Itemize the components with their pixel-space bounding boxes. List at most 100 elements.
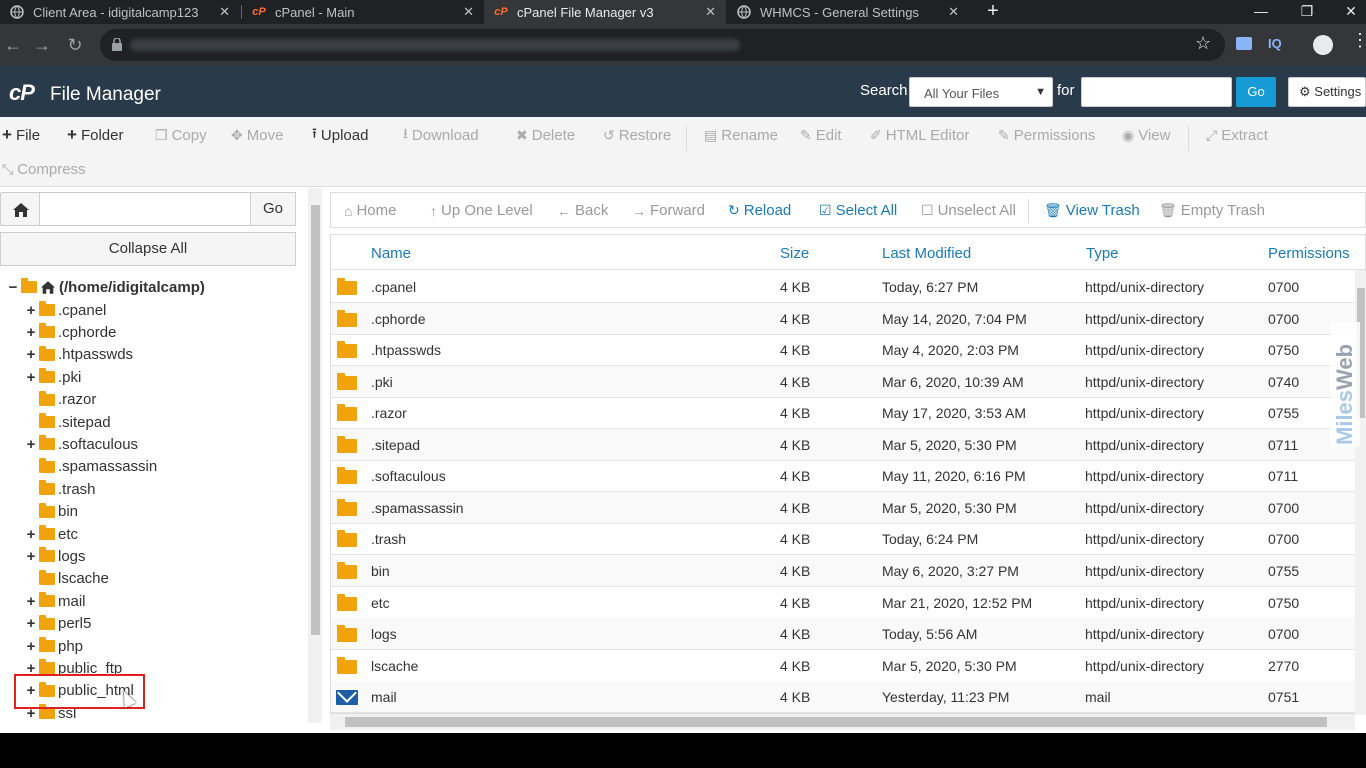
search-go-button[interactable]: Go <box>1236 77 1276 107</box>
expand-icon[interactable]: + <box>25 548 37 565</box>
column-header-permissions[interactable]: Permissions <box>1268 245 1350 262</box>
tree-root[interactable]: − (/home/idigitalcamp) <box>7 277 205 297</box>
expand-icon[interactable]: + <box>25 593 37 610</box>
expand-icon[interactable]: + <box>25 436 37 453</box>
table-row[interactable]: .sitepad 4 KB Mar 5, 2020, 5:30 PM httpd/un… <box>331 428 1365 461</box>
reload-icon[interactable]: ↻ <box>64 34 86 56</box>
search-scope-select[interactable]: All Your Files ▼ <box>909 77 1053 107</box>
expand-icon[interactable]: + <box>25 638 37 655</box>
tree-item[interactable]: .razor <box>25 390 96 410</box>
permissions-button[interactable]: ✎ Permissions <box>998 125 1095 145</box>
browser-tab-file-manager[interactable]: cP cPanel File Manager v3 ✕ <box>484 0 726 24</box>
expand-icon[interactable]: + <box>25 526 37 543</box>
upload-button[interactable]: ⭱ Upload <box>312 125 368 145</box>
window-close-button[interactable]: ✕ <box>1336 0 1366 24</box>
tree-item[interactable]: + .cphorde <box>25 322 116 342</box>
iq-extension-icon[interactable]: IQ <box>1268 36 1282 51</box>
nav-home-button[interactable]: ⌂ Home <box>344 202 396 219</box>
rename-button[interactable]: ▤ Rename <box>704 125 778 145</box>
edit-button[interactable]: ✎ Edit <box>800 125 842 145</box>
extension-icon[interactable] <box>1236 37 1252 50</box>
browser-tab-cpanel-main[interactable]: cP cPanel - Main ✕ <box>242 0 484 24</box>
table-row[interactable]: mail 4 KB Yesterday, 11:23 PM mail 0751 <box>331 681 1365 713</box>
restore-button[interactable]: ❐ <box>1292 0 1322 24</box>
back-button[interactable]: ← Back <box>557 202 608 219</box>
tree-item[interactable]: .trash <box>25 479 96 499</box>
new-folder-button[interactable]: + Folder <box>67 125 123 145</box>
view-button[interactable]: ◉ View <box>1122 125 1170 145</box>
tree-item[interactable]: + .softaculous <box>25 434 138 454</box>
table-row[interactable]: .cpanel 4 KB Today, 6:27 PM httpd/unix-dire… <box>331 271 1365 303</box>
table-row[interactable]: .razor 4 KB May 17, 2020, 3:53 AM httpd/uni… <box>331 397 1365 430</box>
tree-item[interactable]: + .cpanel <box>25 300 106 320</box>
tree-item[interactable]: + etc <box>25 524 78 544</box>
close-icon[interactable]: ✕ <box>705 4 716 20</box>
download-button[interactable]: ⭳ Download <box>403 125 479 145</box>
forward-icon[interactable]: → <box>31 34 53 56</box>
expand-icon[interactable]: + <box>25 324 37 341</box>
column-header-size[interactable]: Size <box>780 245 809 262</box>
tree-item[interactable]: + .pki <box>25 367 81 387</box>
column-header-name[interactable]: Name <box>371 245 411 262</box>
new-tab-button[interactable]: + <box>983 0 1003 24</box>
browser-menu-icon[interactable]: ⋮ <box>1351 31 1366 49</box>
close-icon[interactable]: ✕ <box>219 4 230 20</box>
expand-icon[interactable]: + <box>25 615 37 632</box>
bookmark-star-icon[interactable]: ☆ <box>1195 33 1211 54</box>
table-row[interactable]: .spamassassin 4 KB Mar 5, 2020, 5:30 PM htt… <box>331 491 1365 524</box>
back-icon[interactable]: ← <box>2 34 24 56</box>
unselect-all-button[interactable]: ☐ Unselect All <box>921 202 1016 219</box>
tree-item[interactable]: + php <box>25 636 83 656</box>
table-row[interactable]: etc 4 KB Mar 21, 2020, 12:52 PM httpd/unix-… <box>331 587 1365 619</box>
tree-item[interactable]: .sitepad <box>25 412 111 432</box>
delete-button[interactable]: ✖ Delete <box>516 125 575 145</box>
table-row[interactable]: .htpasswds 4 KB May 4, 2020, 2:03 PM httpd/… <box>331 334 1365 367</box>
path-go-button[interactable]: Go <box>250 192 296 226</box>
html-editor-button[interactable]: ✐ HTML Editor <box>870 125 969 145</box>
table-horizontal-scroll-thumb[interactable] <box>345 717 1327 727</box>
table-row[interactable]: .pki 4 KB Mar 6, 2020, 10:39 AM httpd/unix-… <box>331 365 1365 398</box>
close-icon[interactable]: ✕ <box>948 4 959 20</box>
table-row[interactable]: .trash 4 KB Today, 6:24 PM httpd/unix-direc… <box>331 523 1365 556</box>
browser-tab-whmcs[interactable]: WHMCS - General Settings ✕ <box>727 0 969 24</box>
reload-button[interactable]: ↻ Reload <box>728 202 791 219</box>
search-input[interactable] <box>1081 77 1232 107</box>
path-input[interactable] <box>39 192 251 226</box>
up-one-level-button[interactable]: ↑ Up One Level <box>430 202 533 219</box>
extract-button[interactable]: ⤢ Extract <box>1206 125 1268 145</box>
empty-trash-button[interactable]: 🗑 Empty Trash <box>1159 202 1265 219</box>
settings-button[interactable]: ⚙ Settings <box>1288 77 1366 107</box>
copy-button[interactable]: ❐ Copy <box>155 125 207 145</box>
cpanel-logo[interactable]: cP <box>9 80 35 106</box>
tree-item[interactable]: + perl5 <box>25 614 91 634</box>
tree-item[interactable]: lscache <box>25 569 109 589</box>
restore-file-button[interactable]: ↺ Restore <box>603 125 671 145</box>
profile-avatar-icon[interactable] <box>1313 35 1333 55</box>
tree-item[interactable]: + .htpasswds <box>25 345 133 365</box>
sidebar-scroll-thumb[interactable] <box>311 205 320 635</box>
table-row[interactable]: .softaculous 4 KB May 11, 2020, 6:16 PM htt… <box>331 460 1365 493</box>
expand-icon[interactable]: + <box>25 346 37 363</box>
tree-item[interactable]: bin <box>25 502 78 522</box>
table-row[interactable]: bin 4 KB May 6, 2020, 3:27 PM httpd/unix-di… <box>331 554 1365 587</box>
expand-icon[interactable]: + <box>25 302 37 319</box>
compress-button[interactable]: ⤡ Compress <box>2 159 86 179</box>
tree-item[interactable]: + logs <box>25 546 86 566</box>
collapse-all-button[interactable]: Collapse All <box>0 232 296 266</box>
forward-button[interactable]: → Forward <box>632 202 705 219</box>
collapse-icon[interactable]: − <box>7 279 19 296</box>
move-button[interactable]: ✥ Move <box>231 125 283 145</box>
address-bar[interactable] <box>100 29 1225 61</box>
tree-item[interactable]: + mail <box>25 591 86 611</box>
tree-item[interactable]: .spamassassin <box>25 457 157 477</box>
column-header-type[interactable]: Type <box>1086 245 1119 262</box>
table-row[interactable]: .cphorde 4 KB May 14, 2020, 7:04 PM httpd/u… <box>331 302 1365 335</box>
browser-tab-client-area[interactable]: Client Area - idigitalcamp123 ✕ <box>0 0 240 24</box>
column-header-last-modified[interactable]: Last Modified <box>882 245 971 262</box>
table-row[interactable]: logs 4 KB Today, 5:56 AM httpd/unix-directo… <box>331 618 1365 651</box>
view-trash-button[interactable]: 🗑 View Trash <box>1044 202 1140 219</box>
select-all-button[interactable]: ☑ Select All <box>819 202 897 219</box>
expand-icon[interactable]: + <box>25 369 37 386</box>
minimize-button[interactable]: — <box>1246 0 1276 24</box>
table-row[interactable]: lscache 4 KB Mar 5, 2020, 5:30 PM httpd/uni… <box>331 650 1365 682</box>
